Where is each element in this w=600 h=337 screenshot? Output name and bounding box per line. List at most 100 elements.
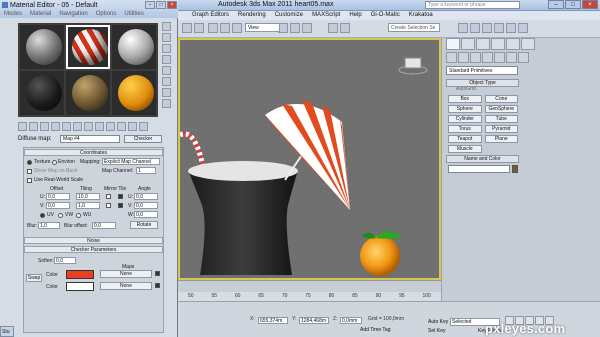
- sample-uv-tiling-icon[interactable]: [162, 55, 171, 64]
- layer-icon[interactable]: [458, 23, 468, 33]
- undo-icon[interactable]: [182, 23, 192, 33]
- object-name-field[interactable]: [448, 165, 510, 173]
- u-mirror-checkbox[interactable]: [106, 194, 111, 199]
- sample-slot[interactable]: [112, 71, 156, 115]
- material-id-icon[interactable]: [95, 122, 104, 131]
- selection-set-dropdown[interactable]: Create Selection Se: [388, 23, 440, 32]
- primitive-type-dropdown[interactable]: Standard Primitives: [446, 66, 518, 75]
- perspective-viewport[interactable]: [178, 38, 441, 280]
- menu-maxscript[interactable]: MAXScript: [312, 11, 340, 20]
- plane-button[interactable]: Plane: [484, 135, 518, 143]
- align-icon[interactable]: [340, 23, 350, 33]
- color1-swatch[interactable]: [66, 270, 94, 279]
- systems-icon[interactable]: [518, 52, 529, 63]
- z-coord-field[interactable]: 0,0mm: [340, 317, 362, 324]
- material-editor-icon[interactable]: [494, 23, 504, 33]
- hierarchy-tab-icon[interactable]: [476, 38, 490, 50]
- me-menu-material[interactable]: Material: [30, 11, 51, 17]
- me-menu-options[interactable]: Options: [96, 11, 117, 17]
- spacewarps-icon[interactable]: [506, 52, 517, 63]
- object-color-swatch[interactable]: [512, 165, 518, 173]
- me-close-button[interactable]: ×: [167, 1, 177, 9]
- reset-map-icon[interactable]: [51, 122, 60, 131]
- render-icon[interactable]: [518, 23, 528, 33]
- schematic-icon[interactable]: [482, 23, 492, 33]
- cameras-icon[interactable]: [482, 52, 493, 63]
- map-name-dropdown[interactable]: Map #4: [60, 135, 120, 143]
- render-setup-icon[interactable]: [506, 23, 516, 33]
- soften-field[interactable]: 0,0: [54, 257, 76, 264]
- delete-icon[interactable]: [62, 122, 71, 131]
- show-map-icon[interactable]: [106, 122, 115, 131]
- u-tile-checkbox[interactable]: [118, 194, 123, 199]
- pyramid-button[interactable]: Pyramid: [484, 125, 518, 133]
- go-to-parent-icon[interactable]: [128, 122, 137, 131]
- create-tab-icon[interactable]: [446, 38, 460, 50]
- sample-slot[interactable]: [66, 71, 110, 115]
- color1-map-checkbox[interactable]: [155, 271, 160, 276]
- menu-krakatoa[interactable]: Krakatoa: [409, 11, 433, 20]
- coordinates-rollout[interactable]: Coordinates: [24, 149, 163, 156]
- lights-icon[interactable]: [470, 52, 481, 63]
- motion-tab-icon[interactable]: [491, 38, 505, 50]
- blur-field[interactable]: 1,0: [38, 222, 60, 229]
- v-offset-field[interactable]: 0,0: [46, 202, 70, 209]
- color1-map-button[interactable]: None: [100, 270, 152, 278]
- utilities-tab-icon[interactable]: [521, 38, 535, 50]
- box-button[interactable]: Box: [448, 95, 482, 103]
- cylinder-button[interactable]: Cylinder: [448, 115, 482, 123]
- autogrid-checkbox[interactable]: AutoGrid: [456, 86, 476, 92]
- display-tab-icon[interactable]: [506, 38, 520, 50]
- time-slider[interactable]: [178, 280, 441, 292]
- video-color-check-icon[interactable]: [162, 66, 171, 75]
- mapping-dropdown[interactable]: Explicit Map Channel: [102, 158, 160, 165]
- noise-rollout[interactable]: Noise: [24, 237, 163, 244]
- cone-button[interactable]: Cone: [484, 95, 518, 103]
- map-channel-field[interactable]: 1: [136, 167, 156, 174]
- tube-button[interactable]: Tube: [484, 115, 518, 123]
- me-menu-navigation[interactable]: Navigation: [59, 11, 87, 17]
- u-tiling-field[interactable]: 10,0: [76, 193, 100, 200]
- color2-map-button[interactable]: None: [100, 282, 152, 290]
- uv-radio[interactable]: [40, 213, 45, 218]
- v-angle-field[interactable]: 0,0: [134, 202, 158, 209]
- mirror-icon[interactable]: [328, 23, 338, 33]
- assign-material-icon[interactable]: [40, 122, 49, 131]
- map-type-button[interactable]: Checker: [124, 135, 162, 143]
- go-forward-icon[interactable]: [139, 122, 148, 131]
- x-coord-field[interactable]: 655,374m: [258, 317, 288, 324]
- checker-parameters-rollout[interactable]: Checker Parameters: [24, 246, 163, 253]
- me-maximize-button[interactable]: □: [156, 1, 166, 9]
- percent-snap-icon[interactable]: [302, 23, 312, 33]
- show-map-back-checkbox[interactable]: [27, 169, 32, 174]
- close-button[interactable]: ×: [582, 0, 598, 9]
- muscle-button[interactable]: Muscle: [448, 145, 482, 153]
- helpers-icon[interactable]: [494, 52, 505, 63]
- options-icon[interactable]: [162, 88, 171, 97]
- texture-radio[interactable]: [27, 160, 32, 165]
- select-by-material-icon[interactable]: [162, 99, 171, 108]
- maximize-button[interactable]: □: [565, 0, 581, 9]
- y-coord-field[interactable]: 1284,468m: [299, 317, 329, 324]
- modify-tab-icon[interactable]: [461, 38, 475, 50]
- redo-icon[interactable]: [194, 23, 204, 33]
- me-minimize-button[interactable]: –: [145, 1, 155, 9]
- v-tile-checkbox[interactable]: [118, 203, 123, 208]
- menu-help[interactable]: Help: [349, 11, 361, 20]
- taskbar-item[interactable]: Stu: [0, 326, 14, 337]
- select-icon[interactable]: [208, 23, 218, 33]
- swap-button[interactable]: Swap: [26, 274, 42, 282]
- me-menu-utilities[interactable]: Utilities: [124, 11, 143, 17]
- geometry-icon[interactable]: [446, 52, 457, 63]
- me-menu-modes[interactable]: Modes: [4, 11, 22, 17]
- menu-rendering[interactable]: Rendering: [238, 11, 266, 20]
- v-mirror-checkbox[interactable]: [106, 203, 111, 208]
- get-material-icon[interactable]: [18, 122, 27, 131]
- teapot-button[interactable]: Teapot: [448, 135, 482, 143]
- color2-map-checkbox[interactable]: [155, 283, 160, 288]
- make-unique-icon[interactable]: [73, 122, 82, 131]
- angle-snap-icon[interactable]: [290, 23, 300, 33]
- minimize-button[interactable]: –: [548, 0, 564, 9]
- make-preview-icon[interactable]: [162, 77, 171, 86]
- menu-gi-o-matic[interactable]: Gi-O-Matic: [371, 11, 400, 20]
